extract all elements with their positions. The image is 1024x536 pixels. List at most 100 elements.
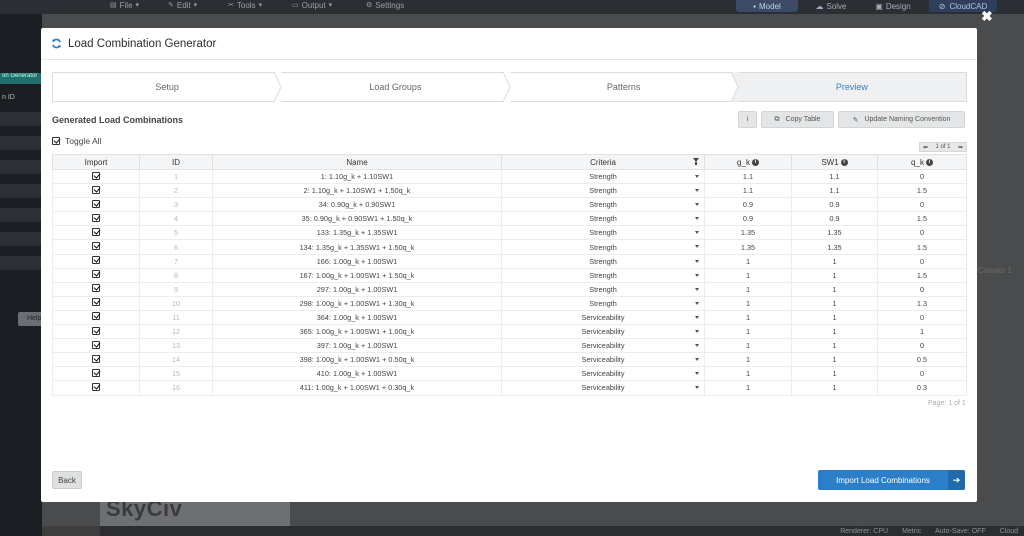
- import-checkbox[interactable]: [92, 312, 100, 321]
- criteria-cell[interactable]: Serviceability: [501, 380, 705, 396]
- import-checkbox[interactable]: [92, 213, 100, 222]
- chevron-down-icon[interactable]: [695, 273, 699, 277]
- chevron-down-icon[interactable]: [695, 287, 699, 291]
- sidebar-field[interactable]: [0, 184, 42, 198]
- step-preview[interactable]: Preview: [737, 73, 966, 101]
- q-k-cell[interactable]: 0: [877, 168, 967, 185]
- g-k-cell[interactable]: 1.1: [704, 183, 792, 199]
- sw1-cell[interactable]: 0.9: [791, 211, 878, 227]
- q-k-cell[interactable]: 0: [877, 225, 967, 241]
- q-k-cell[interactable]: 0: [877, 309, 967, 326]
- menu-settings[interactable]: ⚙ Settings: [366, 0, 404, 10]
- help-button[interactable]: Help: [18, 312, 42, 326]
- column-header-criteria[interactable]: Criteria: [501, 154, 705, 170]
- sw1-cell[interactable]: 1.35: [791, 239, 878, 255]
- chevron-down-icon[interactable]: [695, 175, 699, 178]
- import-checkbox[interactable]: [92, 185, 100, 194]
- sw1-cell[interactable]: 1: [791, 295, 878, 311]
- mode-model[interactable]: ▪ Model: [736, 0, 798, 12]
- g-k-cell[interactable]: 0.9: [704, 197, 792, 213]
- import-checkbox[interactable]: [92, 354, 100, 363]
- chevron-down-icon[interactable]: [695, 217, 699, 221]
- criteria-cell[interactable]: Strength: [501, 253, 705, 269]
- criteria-cell[interactable]: Strength: [501, 211, 705, 227]
- g-k-cell[interactable]: 1: [704, 281, 792, 297]
- g-k-cell[interactable]: 1: [704, 295, 792, 311]
- sw1-cell[interactable]: 0.9: [791, 197, 878, 213]
- chevron-down-icon[interactable]: [695, 315, 699, 319]
- column-header-g-k[interactable]: g_k i: [704, 154, 792, 170]
- q-k-cell[interactable]: 0: [877, 366, 967, 382]
- q-k-cell[interactable]: 1: [877, 324, 967, 340]
- import-checkbox[interactable]: [92, 256, 100, 265]
- close-icon[interactable]: ✖: [981, 9, 993, 23]
- q-k-cell[interactable]: 1.3: [877, 295, 967, 311]
- toggle-all-checkbox[interactable]: [52, 137, 60, 145]
- g-k-cell[interactable]: 1: [704, 324, 792, 340]
- chevron-down-icon[interactable]: [695, 231, 699, 235]
- column-header-name[interactable]: Name: [212, 154, 502, 170]
- sw1-cell[interactable]: 1.1: [791, 183, 878, 199]
- import-checkbox[interactable]: [92, 340, 100, 349]
- criteria-cell[interactable]: Strength: [501, 225, 705, 241]
- info-button[interactable]: i: [738, 111, 757, 128]
- criteria-cell[interactable]: Strength: [501, 183, 705, 199]
- sw1-cell[interactable]: 1: [791, 267, 878, 283]
- menu-output[interactable]: ▭ Output ▾: [292, 0, 332, 10]
- import-checkbox[interactable]: [92, 326, 100, 335]
- import-checkbox[interactable]: [92, 171, 100, 180]
- status-units[interactable]: Metric: [902, 528, 921, 535]
- g-k-cell[interactable]: 1.1: [704, 168, 792, 185]
- g-k-cell[interactable]: 1: [704, 253, 792, 269]
- g-k-cell[interactable]: 0.9: [704, 211, 792, 227]
- status-autosave[interactable]: Auto-Save: OFF: [935, 528, 986, 535]
- import-checkbox[interactable]: [92, 368, 100, 377]
- criteria-cell[interactable]: Strength: [501, 267, 705, 283]
- sw1-cell[interactable]: 1: [791, 366, 878, 382]
- q-k-cell[interactable]: 0: [877, 197, 967, 213]
- step-load-groups[interactable]: Load Groups: [281, 72, 517, 102]
- sidebar-field[interactable]: [0, 136, 42, 150]
- chevron-down-icon[interactable]: [695, 372, 699, 376]
- sw1-cell[interactable]: 1: [791, 253, 878, 269]
- chevron-down-icon[interactable]: [695, 386, 699, 390]
- q-k-cell[interactable]: 0: [877, 253, 967, 269]
- g-k-cell[interactable]: 1.35: [704, 239, 792, 255]
- sw1-cell[interactable]: 1: [791, 324, 878, 340]
- g-k-cell[interactable]: 1: [704, 309, 792, 326]
- criteria-cell[interactable]: Strength: [501, 168, 705, 185]
- column-header-id[interactable]: ID: [139, 154, 213, 170]
- step-setup[interactable]: Setup: [53, 72, 289, 102]
- import-load-combinations-button[interactable]: Import Load Combinations ➔: [818, 470, 965, 490]
- sw1-cell[interactable]: 1: [791, 281, 878, 297]
- q-k-cell[interactable]: 0: [877, 281, 967, 297]
- sw1-cell[interactable]: 1: [791, 380, 878, 396]
- criteria-cell[interactable]: Strength: [501, 295, 705, 311]
- import-checkbox[interactable]: [92, 199, 100, 208]
- criteria-cell[interactable]: Serviceability: [501, 309, 705, 326]
- filter-icon[interactable]: [693, 158, 699, 165]
- sidebar-active-item[interactable]: on Generator: [0, 73, 42, 84]
- info-icon[interactable]: i: [751, 158, 759, 166]
- sw1-cell[interactable]: 1: [791, 309, 878, 326]
- column-header-q-k[interactable]: q_k i: [877, 154, 967, 170]
- chevron-down-icon[interactable]: [695, 330, 699, 334]
- column-header-sw1[interactable]: SW1 i: [791, 154, 878, 170]
- sw1-cell[interactable]: 1.35: [791, 225, 878, 241]
- import-checkbox[interactable]: [92, 270, 100, 279]
- g-k-cell[interactable]: 1: [704, 380, 792, 396]
- toggle-all[interactable]: Toggle All: [52, 136, 101, 146]
- q-k-cell[interactable]: 0: [877, 338, 967, 354]
- sw1-cell[interactable]: 1: [791, 352, 878, 368]
- mode-solve[interactable]: ☁ Solve: [800, 0, 862, 12]
- sidebar-field[interactable]: [0, 208, 42, 222]
- mode-design[interactable]: ▣ Design: [864, 0, 922, 12]
- q-k-cell[interactable]: 0.3: [877, 380, 967, 396]
- step-patterns[interactable]: Patterns: [509, 72, 745, 102]
- criteria-cell[interactable]: Serviceability: [501, 366, 705, 382]
- sw1-cell[interactable]: 1: [791, 338, 878, 354]
- import-checkbox[interactable]: [92, 242, 100, 251]
- sidebar-field[interactable]: [0, 256, 42, 270]
- menu-edit[interactable]: ✎ Edit ▾: [168, 0, 197, 10]
- chevron-down-icon[interactable]: [695, 259, 699, 263]
